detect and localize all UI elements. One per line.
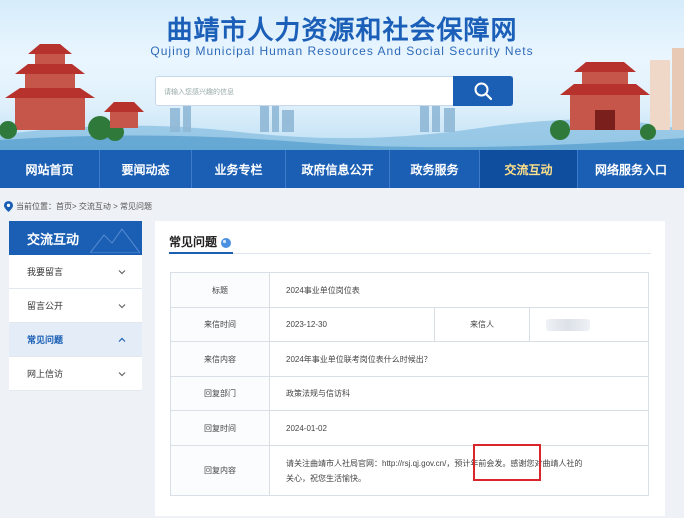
time-label: 来信时间 <box>170 307 270 342</box>
content-panel: 常见问题 标题 2024事业单位岗位表 来信时间 2023-12-30 来信人 … <box>155 221 665 516</box>
page-title-text: 常见问题 <box>169 235 218 249</box>
bubble-icon <box>221 237 232 248</box>
page: 曲靖市人力资源和社会保障网 Qujing Municipal Human Res… <box>0 0 684 518</box>
reply-label: 回复内容 <box>170 445 270 496</box>
sidebar-item-faq[interactable]: 常见问题 <box>9 323 142 357</box>
faq-detail-table: 标题 2024事业单位岗位表 来信时间 2023-12-30 来信人 来信内容 … <box>170 272 649 496</box>
title-divider <box>169 253 651 254</box>
sidebar-heading-label: 交流互动 <box>27 232 80 248</box>
breadcrumb-text: 当前位置：首页> 交流互动 > 常见问题 <box>16 201 153 211</box>
nav-item-online-services[interactable]: 网络服务入口 <box>578 150 684 188</box>
reply-time-label: 回复时间 <box>170 410 270 446</box>
chevron-down-icon <box>118 303 126 308</box>
nav-item-interaction[interactable]: 交流互动 <box>480 150 578 188</box>
redacted-name <box>546 318 590 331</box>
time-value: 2023-12-30 <box>269 307 435 342</box>
page-title: 常见问题 <box>169 233 233 250</box>
mountain-decoration-icon <box>90 227 140 253</box>
dept-label: 回复部门 <box>170 376 270 411</box>
content-value: 2024年事业单位联考岗位表什么时候出？ <box>269 341 649 377</box>
nav-item-services[interactable]: 政务服务 <box>390 150 480 188</box>
sidebar-item-leave-message[interactable]: 我要留言 <box>9 255 142 289</box>
header-banner: 曲靖市人力资源和社会保障网 Qujing Municipal Human Res… <box>0 0 684 150</box>
nav-item-home[interactable]: 网站首页 <box>0 150 100 188</box>
table-row: 来信时间 2023-12-30 来信人 <box>170 307 649 342</box>
main-nav: 网站首页 要闻动态 业务专栏 政府信息公开 政务服务 交流互动 网络服务入口 <box>0 150 684 188</box>
nav-item-business[interactable]: 业务专栏 <box>192 150 286 188</box>
location-pin-icon <box>4 200 13 212</box>
subject-label: 标题 <box>170 272 270 308</box>
nav-item-gov-info[interactable]: 政府信息公开 <box>286 150 390 188</box>
dept-value: 政策法规与信访科 <box>269 376 649 411</box>
search-button[interactable] <box>453 76 513 106</box>
table-row: 回复部门 政策法规与信访科 <box>170 376 649 411</box>
search-input[interactable] <box>164 84 444 100</box>
breadcrumb: 当前位置：首页> 交流互动 > 常见问题 <box>4 199 152 213</box>
reply-time-value: 2024-01-02 <box>269 410 649 446</box>
chevron-down-icon <box>118 371 126 376</box>
site-subtitle: Qujing Municipal Human Resources And Soc… <box>150 44 534 58</box>
sidebar-item-label: 我要留言 <box>27 267 64 277</box>
sidebar-item-label: 常见问题 <box>27 335 64 345</box>
chevron-up-icon <box>118 337 126 342</box>
sidebar-item-label: 网上信访 <box>27 369 64 379</box>
sidebar-heading: 交流互动 <box>9 221 142 255</box>
table-row: 标题 2024事业单位岗位表 <box>170 272 649 308</box>
sender-value <box>529 307 649 342</box>
chevron-down-icon <box>118 269 126 274</box>
reply-line-1: 请关注曲靖市人社局官网：http://rsj.qj.gov.cn/，预计年前会发… <box>286 458 583 468</box>
reply-line-2: 关心，祝您生活愉快。 <box>286 473 366 483</box>
table-row: 来信内容 2024年事业单位联考岗位表什么时候出？ <box>170 341 649 377</box>
nav-item-news[interactable]: 要闻动态 <box>100 150 192 188</box>
site-title: 曲靖市人力资源和社会保障网 <box>166 16 518 46</box>
content-label: 来信内容 <box>170 341 270 377</box>
sidebar-item-public-messages[interactable]: 留言公开 <box>9 289 142 323</box>
table-row: 回复内容 请关注曲靖市人社局官网：http://rsj.qj.gov.cn/，预… <box>170 445 649 496</box>
title-underline <box>169 252 233 254</box>
sidebar-item-online-petition[interactable]: 网上信访 <box>9 357 142 391</box>
sidebar-item-label: 留言公开 <box>27 301 64 311</box>
table-row: 回复时间 2024-01-02 <box>170 410 649 446</box>
subject-value: 2024事业单位岗位表 <box>269 272 649 308</box>
search-icon <box>474 82 493 101</box>
sender-label: 来信人 <box>434 307 530 342</box>
sidebar: 交流互动 我要留言 留言公开 常见问题 网上信访 <box>9 221 142 391</box>
reply-value: 请关注曲靖市人社局官网：http://rsj.qj.gov.cn/，预计年前会发… <box>269 445 649 496</box>
